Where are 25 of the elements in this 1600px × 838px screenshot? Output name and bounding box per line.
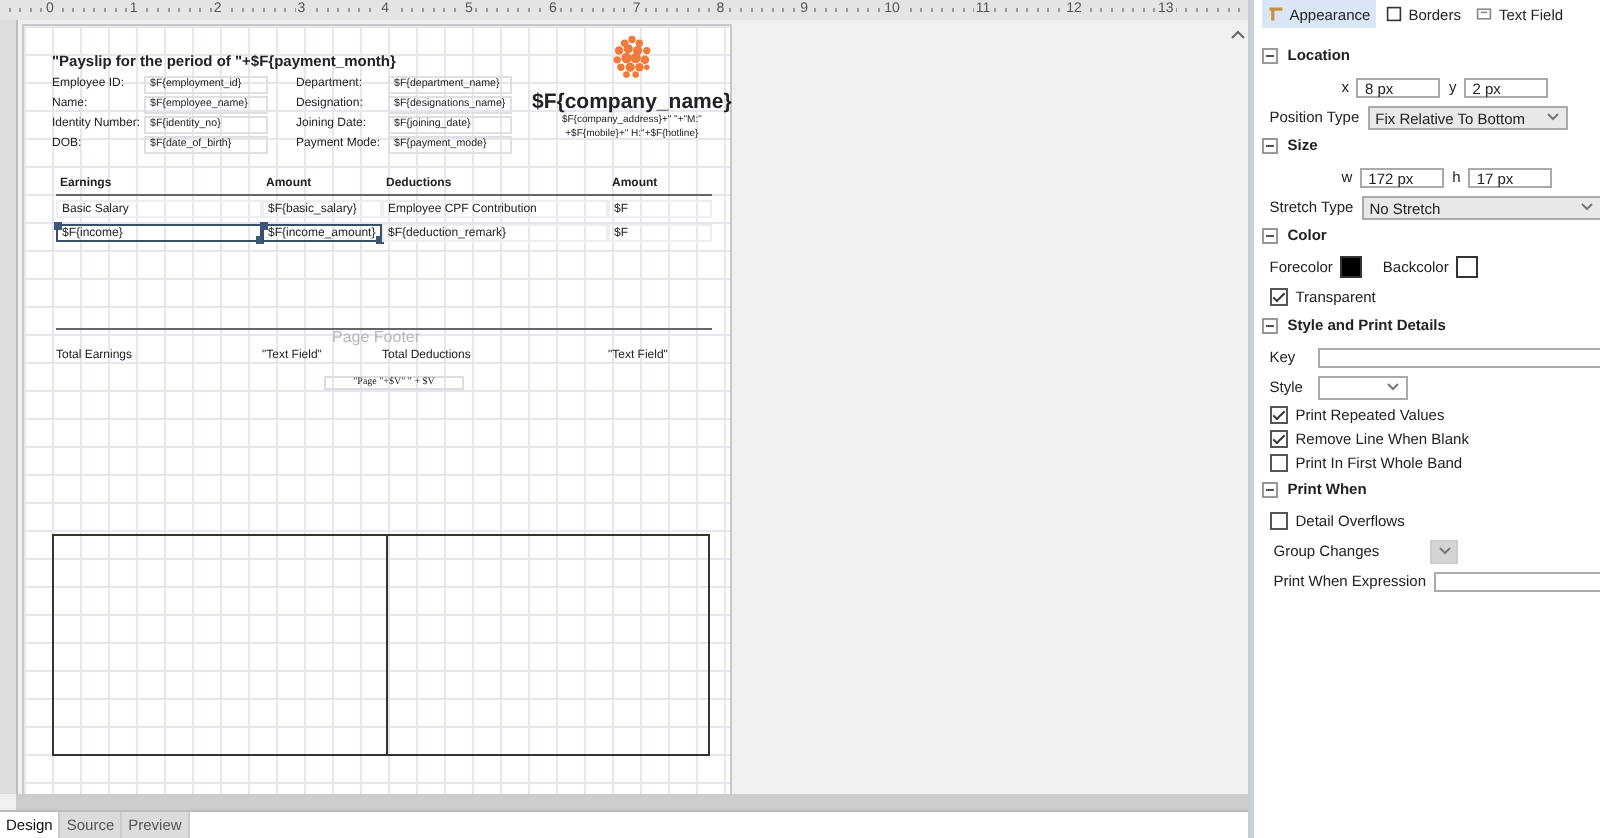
chevron-down-icon[interactable] [1385, 382, 1400, 392]
collapse-icon[interactable] [1261, 317, 1278, 333]
empty-frame[interactable] [52, 534, 710, 756]
color-swatch[interactable] [1456, 256, 1479, 278]
color-swatch[interactable] [1340, 256, 1363, 278]
horizontal-scrollbar[interactable] [16, 794, 1248, 810]
chevron-down-icon[interactable] [1545, 112, 1560, 122]
resize-handle[interactable] [376, 235, 384, 243]
collapse-icon[interactable] [1261, 481, 1278, 497]
band-label: Page Footer [332, 330, 421, 346]
collapse-icon[interactable] [1261, 47, 1278, 63]
checkbox[interactable] [1269, 430, 1288, 448]
collapse-icon[interactable] [1261, 227, 1278, 243]
checkbox[interactable] [1269, 512, 1288, 530]
resize-handle[interactable] [54, 221, 62, 229]
collapse-icon[interactable] [1261, 137, 1278, 153]
checkbox[interactable] [1269, 406, 1288, 424]
text-field-icon [1476, 6, 1493, 22]
chevron-down-icon[interactable] [1579, 202, 1594, 212]
key-input-field[interactable] [1317, 347, 1600, 367]
square-border-icon [1386, 6, 1403, 22]
company-name-field[interactable]: $F{company_name} [532, 90, 732, 114]
checkbox[interactable] [1269, 454, 1288, 472]
expression-input-field[interactable] [1434, 571, 1600, 591]
checkbox[interactable] [1269, 288, 1288, 306]
